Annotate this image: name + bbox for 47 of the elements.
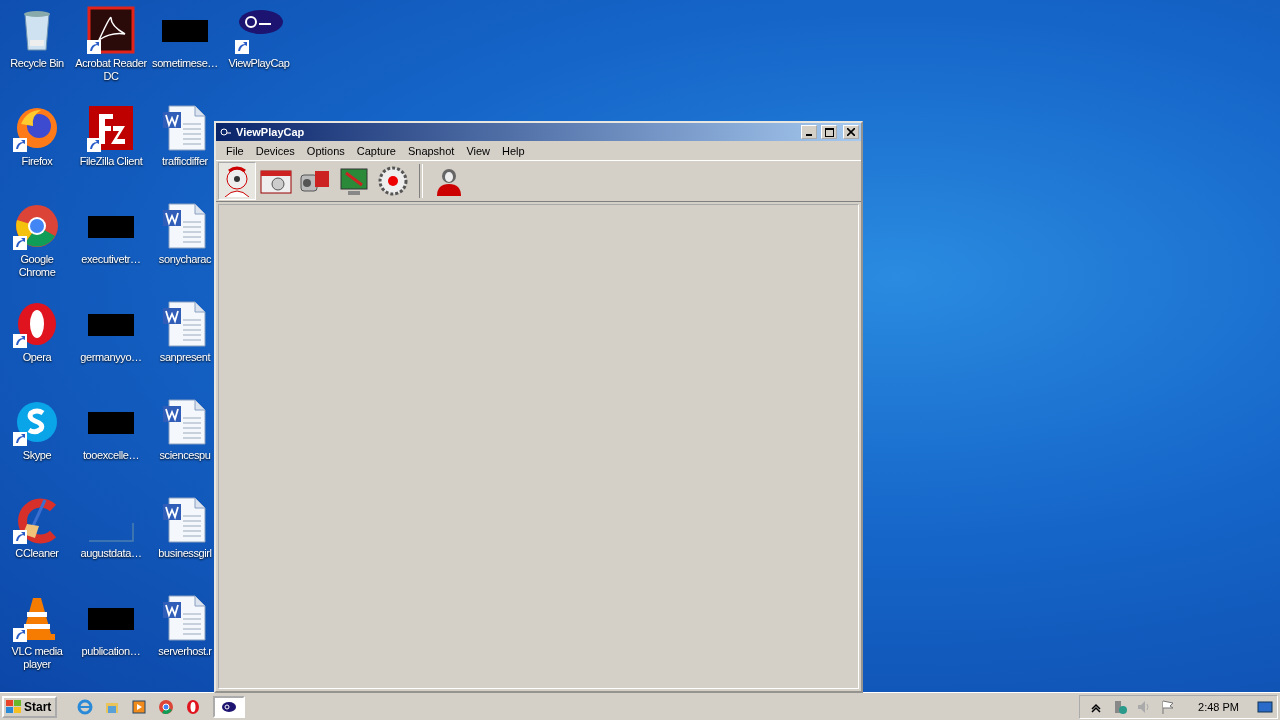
desktop-icon-label[interactable]: Opera [22,351,52,364]
minimize-button[interactable] [801,125,817,139]
desktop-icon-label[interactable]: sonycharac [158,253,212,266]
desktop-icon-label[interactable]: augustdata… [80,547,142,560]
media-icon[interactable] [131,698,148,715]
desktop-icon-label[interactable]: publication… [81,645,141,658]
start-button[interactable]: Start [2,695,58,718]
windows-logo-icon [6,699,22,714]
menu-item[interactable]: Capture [350,143,402,159]
desktop-icon-label[interactable]: serverhost.r [158,645,212,658]
desktop-icon-label[interactable]: trafficdiffer [162,155,208,168]
menu-item[interactable]: Devices [249,143,301,159]
desktop-icon-label[interactable]: sciencespu [159,449,211,462]
record-icon [377,165,409,197]
desktop-icon-label[interactable]: Recycle Bin [10,57,64,70]
desktop-icon-label[interactable]: Firefox [21,155,53,168]
close-button[interactable] [843,125,859,139]
chrome-icon[interactable] [158,698,175,715]
desktop-icon-label[interactable]: Google Chrome [1,253,73,279]
task-button[interactable] [213,695,246,718]
menu-item[interactable]: View [460,143,497,159]
monitor-icon [338,165,370,197]
desktop-icon-label[interactable]: CCleaner [15,547,59,560]
menu-item[interactable]: Help [496,143,531,159]
desktop-icon-label[interactable]: Skype [22,449,52,462]
desktop-icon-label[interactable]: VLC media player [1,645,73,671]
desktop-icon-label[interactable]: tooexcelle… [82,449,140,462]
desktop-icon-label[interactable]: Acrobat Reader DC [75,57,147,83]
close-icon [847,128,855,136]
clock[interactable]: 2:48 PM [1198,700,1239,713]
desktop-icon-label[interactable]: FileZilla Client [79,155,143,168]
maximize-icon [824,127,834,137]
desktop-icon-label[interactable]: sanpresent [159,351,211,364]
desktop-icon-label[interactable]: germanyyo… [80,351,142,364]
app-logo-icon [220,127,232,137]
menu-item[interactable]: Options [300,143,351,159]
desktop-icon[interactable] [1257,698,1273,715]
opera-icon[interactable] [185,698,202,715]
desktop-icon-label[interactable]: ViewPlayCap [228,57,290,70]
desktop-icon-label[interactable]: businessgirl [158,547,212,560]
toolbar-button[interactable] [218,162,256,200]
desktop-icon-label[interactable]: sometimese… [152,57,218,70]
desktop-icon-label[interactable]: executivetr… [81,253,141,266]
window-title: ViewPlayCap [236,126,306,138]
menu-item[interactable]: Snapshot [401,143,461,159]
maximize-button[interactable] [821,125,837,139]
menu-item[interactable]: File [220,143,250,159]
